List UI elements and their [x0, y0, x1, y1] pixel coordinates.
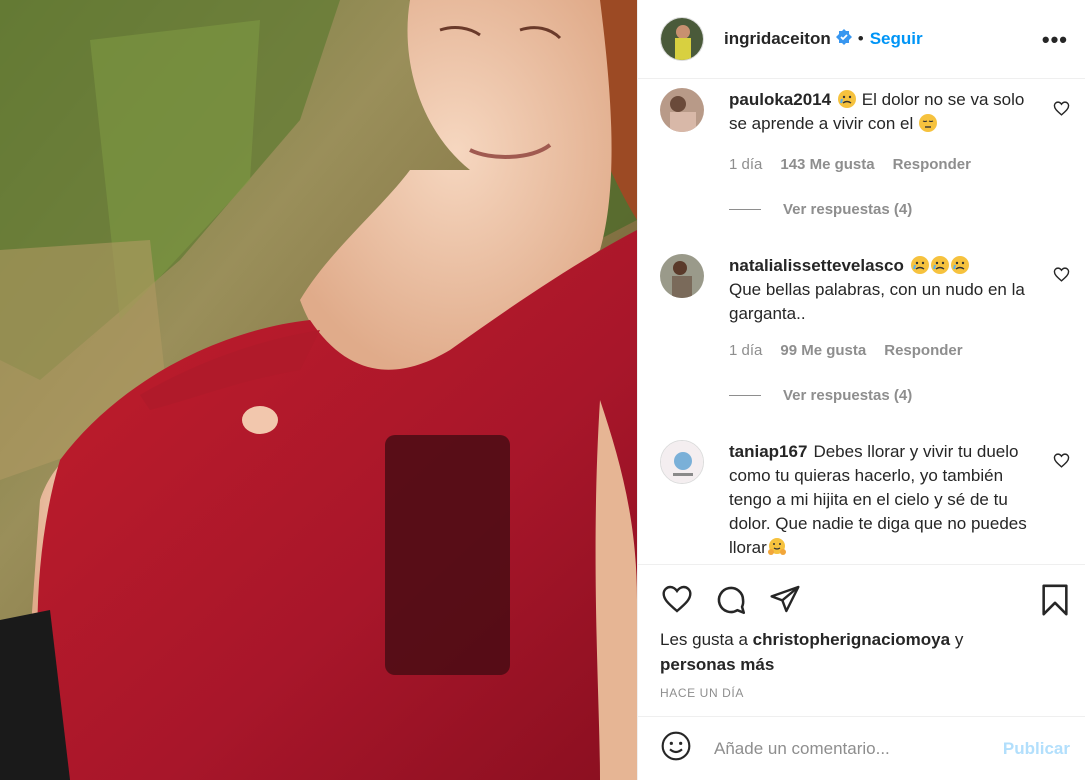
comments-list[interactable]: pauloka2014 El dolor no se va solo se ap… — [638, 80, 1085, 564]
likes-summary: Les gusta a christopherignaciomoya y per… — [660, 627, 1040, 677]
follow-button[interactable]: Seguir — [870, 29, 923, 49]
comment-username[interactable]: pauloka2014 — [729, 90, 831, 109]
more-options-icon[interactable]: ••• — [1042, 27, 1068, 53]
emoji-picker-icon[interactable] — [660, 730, 692, 767]
likes-others[interactable]: personas más — [660, 655, 774, 674]
crying-face-icon — [910, 255, 930, 275]
view-replies-label: Ver respuestas (4) — [783, 387, 913, 404]
comment-body: taniap167 Debes llorar y vivir tu duelo c… — [729, 440, 1029, 560]
comment-item: taniap167 Debes llorar y vivir tu duelo c… — [660, 432, 1070, 564]
likes-connector: y — [954, 630, 964, 649]
crying-face-icon — [930, 255, 950, 275]
comment-likes[interactable]: 99 Me gusta — [780, 342, 866, 359]
verified-badge-icon — [835, 28, 852, 50]
author-avatar[interactable] — [660, 17, 704, 61]
commenter-avatar[interactable] — [660, 254, 704, 298]
comment-time[interactable]: 1 día — [729, 342, 762, 359]
comment-like-icon[interactable] — [1053, 266, 1070, 288]
post-timestamp[interactable]: HACE UN DÍA — [660, 686, 744, 700]
comment-body: pauloka2014 El dolor no se va solo se ap… — [729, 88, 1029, 136]
view-replies-button[interactable]: Ver respuestas (4) — [729, 201, 912, 218]
post-header: ingridaceiton • Seguir ••• — [638, 0, 1085, 79]
hugging-face-icon — [767, 537, 787, 557]
post-photo[interactable] — [0, 0, 637, 780]
commenter-avatar[interactable] — [660, 440, 704, 484]
publish-button[interactable]: Publicar — [1003, 739, 1070, 759]
replies-divider-line — [729, 209, 761, 210]
comment-like-icon[interactable] — [1053, 452, 1070, 474]
share-paper-plane-icon[interactable] — [768, 583, 802, 620]
crying-face-icon — [837, 89, 857, 109]
view-replies-label: Ver respuestas (4) — [783, 201, 913, 218]
post-side-panel: ingridaceiton • Seguir ••• pauloka2014 E… — [637, 0, 1085, 780]
post-actions: Les gusta a christopherignaciomoya y per… — [638, 564, 1085, 716]
post-image — [0, 0, 637, 780]
like-heart-icon[interactable] — [660, 583, 694, 620]
header-separator: • — [857, 29, 864, 48]
comment-body: natalialissettevelasco Que bellas palabr… — [729, 254, 1029, 326]
crying-face-icon — [950, 255, 970, 275]
comment-meta: 1 día 99 Me gusta Responder — [729, 342, 963, 359]
likes-prefix: Les gusta a — [660, 630, 748, 649]
save-bookmark-icon[interactable] — [1040, 583, 1070, 622]
comment-meta: 1 día 143 Me gusta Responder — [729, 156, 971, 173]
comment-item: natalialissettevelasco Que bellas palabr… — [660, 246, 1070, 436]
reply-button[interactable]: Responder — [884, 342, 962, 359]
author-username[interactable]: ingridaceiton — [724, 29, 831, 49]
comment-username[interactable]: taniap167 — [729, 442, 807, 461]
likes-user[interactable]: christopherignaciomoya — [753, 630, 950, 649]
comment-input[interactable] — [714, 738, 984, 759]
pensive-face-icon — [918, 113, 938, 133]
comment-like-icon[interactable] — [1053, 100, 1070, 122]
comment-likes[interactable]: 143 Me gusta — [780, 156, 874, 173]
commenter-avatar[interactable] — [660, 88, 704, 132]
view-replies-button[interactable]: Ver respuestas (4) — [729, 387, 912, 404]
reply-button[interactable]: Responder — [893, 156, 971, 173]
comment-username[interactable]: natalialissettevelasco — [729, 256, 904, 275]
comment-bubble-icon[interactable] — [714, 583, 748, 622]
comment-time[interactable]: 1 día — [729, 156, 762, 173]
comment-item: pauloka2014 El dolor no se va solo se ap… — [660, 80, 1070, 250]
comment-text: Que bellas palabras, con un nudo en la g… — [729, 280, 1025, 323]
replies-divider-line — [729, 395, 761, 396]
add-comment-bar: Publicar — [638, 716, 1085, 780]
